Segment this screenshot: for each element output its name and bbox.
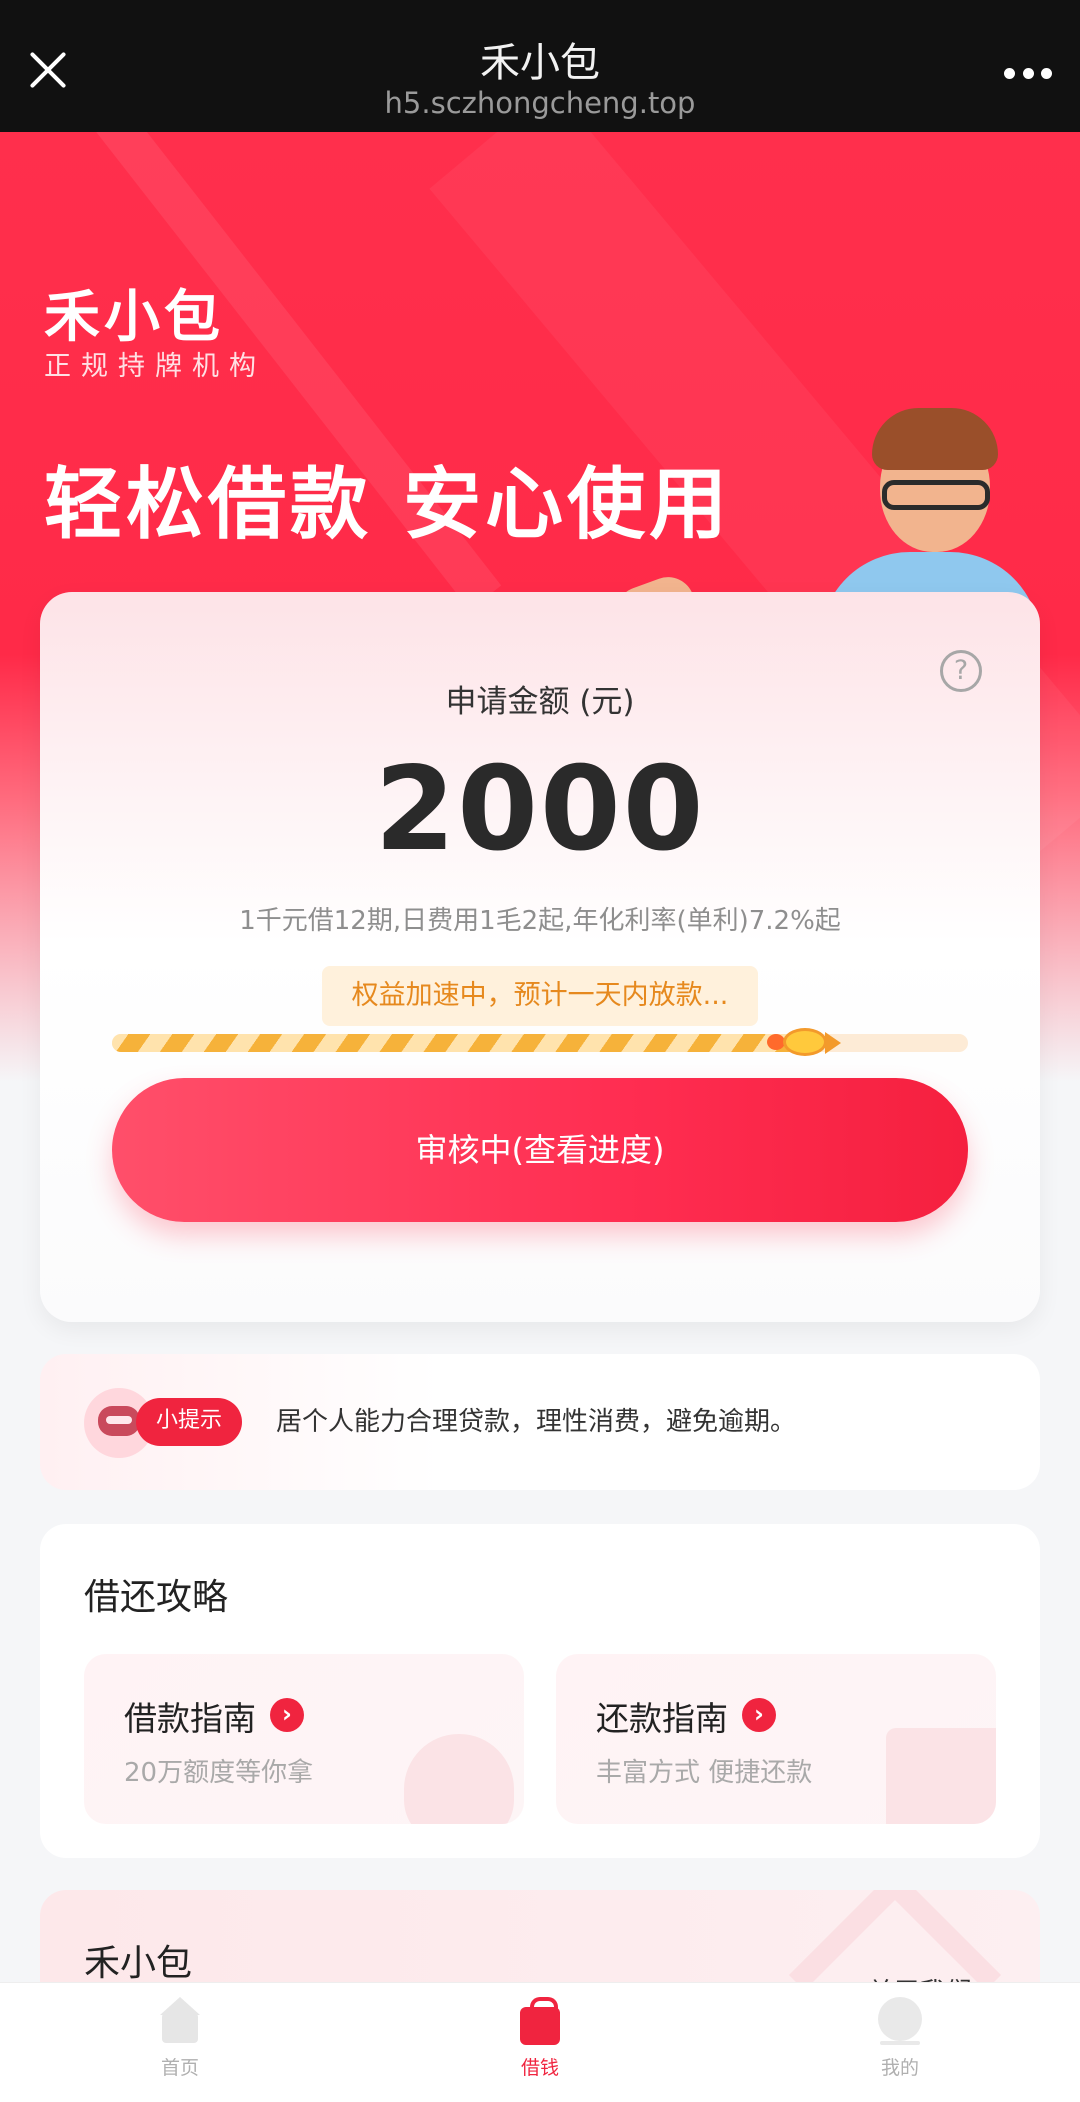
repay-guide-card[interactable]: 还款指南 › 丰富方式 便捷还款 xyxy=(556,1654,996,1824)
loan-amount: 2000 xyxy=(374,742,706,877)
page-domain: h5.sczhongcheng.top xyxy=(384,86,696,120)
page-title: 禾小包 xyxy=(480,40,600,86)
money-bag-icon xyxy=(404,1734,514,1824)
bag-icon xyxy=(516,1997,564,2045)
guide-subtitle: 20万额度等你拿 xyxy=(124,1758,314,1788)
progress-tooltip: 权益加速中，预计一天内放款... xyxy=(322,966,758,1026)
chevron-right-icon: › xyxy=(270,1698,304,1732)
brand-subtitle: 正规持牌机构 xyxy=(44,351,266,382)
tab-label: 我的 xyxy=(880,2057,919,2079)
brand-name: 禾小包 xyxy=(44,285,224,350)
rocket-icon xyxy=(767,1020,841,1066)
tab-borrow[interactable]: 借钱 xyxy=(460,1997,620,2097)
user-icon xyxy=(876,1997,924,2045)
tips-message: 居个人能力合理贷款，理性消费，避免逾期。 xyxy=(276,1407,797,1437)
bottom-tab-bar: 首页 借钱 我的 xyxy=(0,1982,1080,2102)
home-icon xyxy=(156,1997,204,2045)
about-title: 禾小包 xyxy=(84,1943,193,1984)
guide-title: 借款指南 xyxy=(124,1699,256,1738)
tab-label: 首页 xyxy=(160,2057,199,2079)
tab-home[interactable]: 首页 xyxy=(100,1997,260,2097)
bank-card-icon xyxy=(886,1728,996,1824)
section-title: 借还攻略 xyxy=(84,1577,229,1618)
amount-label: 申请金额 (元) xyxy=(445,684,635,720)
guide-subtitle: 丰富方式 便捷还款 xyxy=(596,1758,813,1788)
progress-fill xyxy=(112,1034,797,1052)
tab-label: 借钱 xyxy=(520,2057,559,2079)
top-bar: 禾小包 h5.sczhongcheng.top xyxy=(0,0,1080,132)
guides-section: 借还攻略 借款指南 › 20万额度等你拿 还款指南 › 丰富方式 便捷还款 xyxy=(40,1524,1040,1858)
progress-track xyxy=(112,1028,968,1056)
chevron-right-icon: › xyxy=(742,1698,776,1732)
tips-bar: 小提示 居个人能力合理贷款，理性消费，避免逾期。 xyxy=(40,1354,1040,1490)
borrow-guide-card[interactable]: 借款指南 › 20万额度等你拿 xyxy=(84,1654,524,1824)
loan-card: ? 申请金额 (元) 2000 1千元借12期,日费用1毛2起,年化利率(单利)… xyxy=(40,592,1040,1322)
guide-title: 还款指南 xyxy=(596,1699,728,1738)
more-icon[interactable] xyxy=(1004,68,1052,80)
tips-badge: 小提示 xyxy=(136,1398,242,1446)
rate-note: 1千元借12期,日费用1毛2起,年化利率(单利)7.2%起 xyxy=(239,906,841,936)
review-status-button[interactable]: 审核中(查看进度) xyxy=(112,1078,968,1222)
tab-mine[interactable]: 我的 xyxy=(820,1997,980,2097)
